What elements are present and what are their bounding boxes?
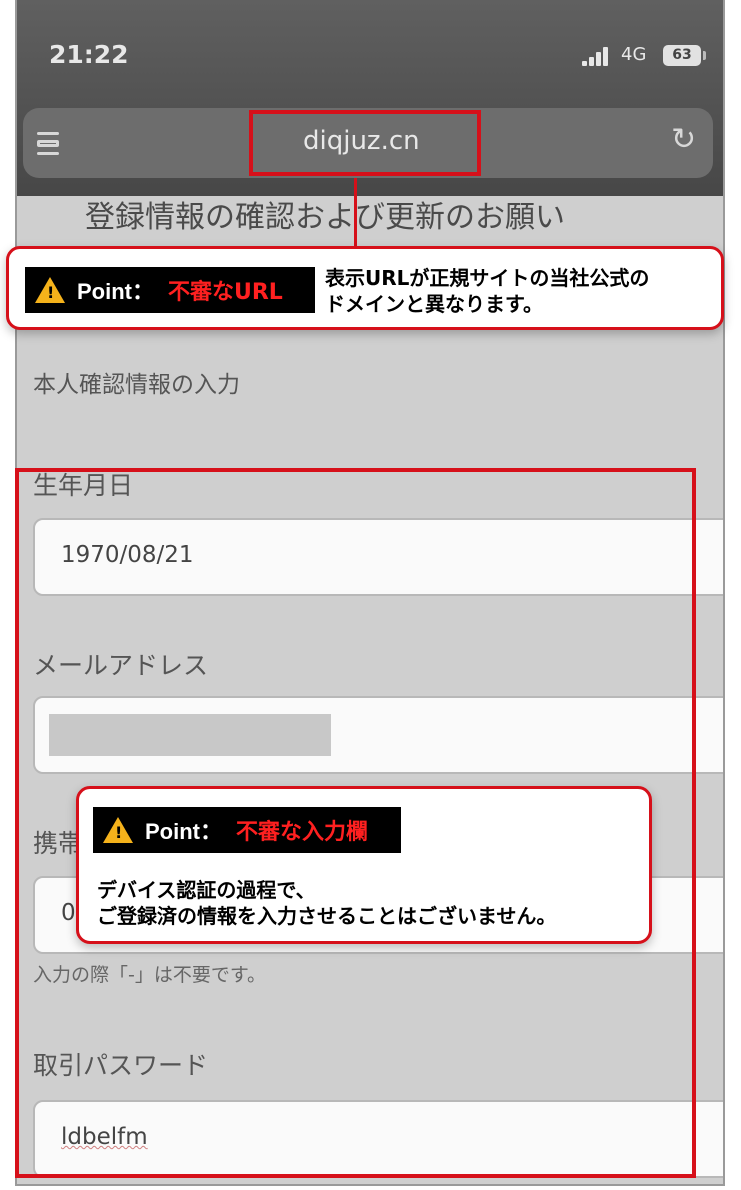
signal-icon [582,46,616,66]
page-title: 登録情報の確認および更新のお願い [85,200,565,235]
suspicious-url-tag: 不審なURL [168,280,283,305]
warning-icon: ! [35,277,65,303]
url-warning-text: 表示URLが正規サイトの当社公式の ドメインと異なります。 [325,265,649,317]
point-label: Point： [145,819,222,844]
warning-icon: ! [103,817,133,843]
network-type: 4G [621,44,647,65]
battery-tip [703,51,706,60]
status-time: 21:22 [49,40,129,69]
section-title: 本人確認情報の入力 [33,372,240,398]
url-warning-callout: ! Point： 不審なURL 表示URLが正規サイトの当社公式の ドメインと異… [6,246,724,330]
form-point-badge: ! Point： 不審な入力欄 [93,807,401,853]
url-warning-line2: ドメインと異なります。 [325,292,543,316]
form-warning-line1: デバイス認証の過程で、 [97,878,316,902]
form-warning-line2: ご登録済の情報を入力させることはございません。 [97,904,557,928]
suspicious-input-tag: 不審な入力欄 [236,820,369,845]
battery-icon: 63 [663,45,701,66]
tabs-icon[interactable] [37,130,61,156]
url-connector-line [354,178,357,248]
point-label: Point： [77,279,154,304]
reload-icon[interactable]: ↻ [671,122,696,157]
form-warning-text: デバイス認証の過程で、 ご登録済の情報を入力させることはございません。 [97,877,556,929]
url-warning-line1: 表示URLが正規サイトの当社公式の [325,266,650,290]
url-highlight-box [249,110,481,176]
form-warning-callout: ! Point： 不審な入力欄 デバイス認証の過程で、 ご登録済の情報を入力させ… [76,786,652,944]
url-point-badge: ! Point： 不審なURL [25,267,315,313]
